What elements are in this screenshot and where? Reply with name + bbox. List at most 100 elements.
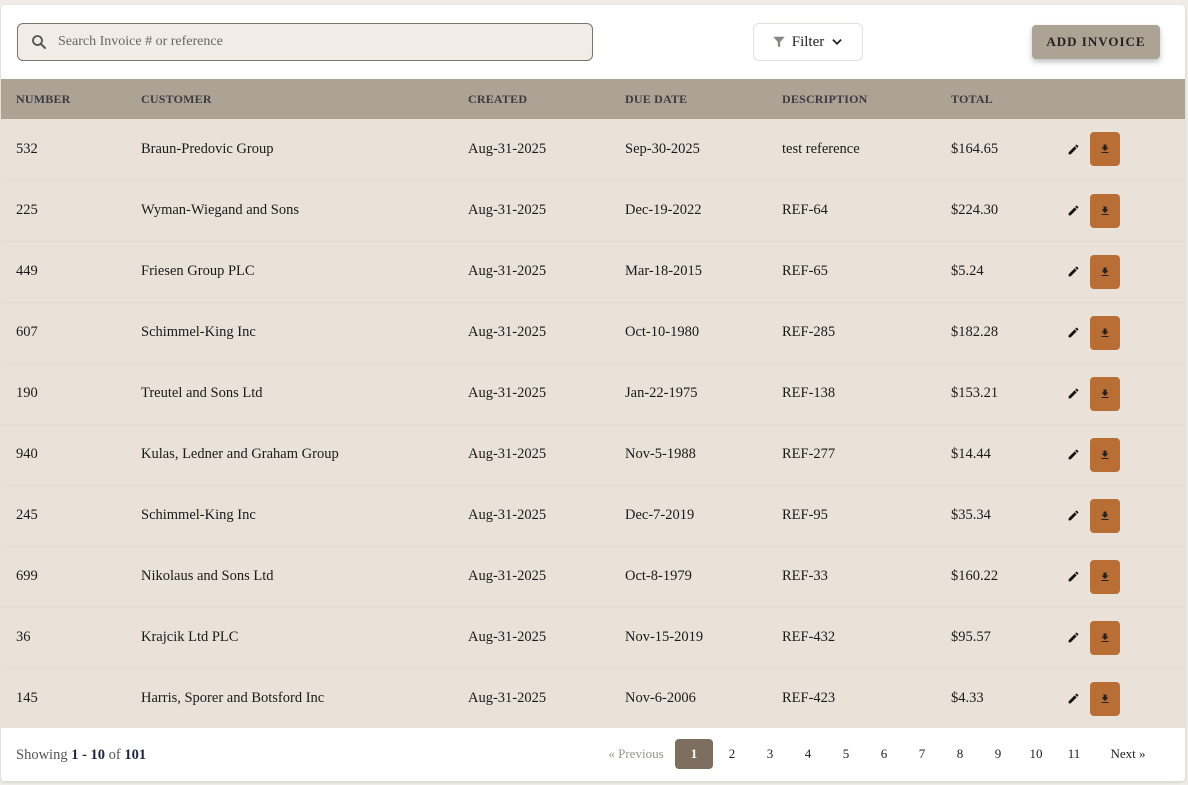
cell-description: REF-285 <box>782 324 836 340</box>
table-row[interactable]: 225 Wyman-Wiegand and Sons Aug-31-2025 Dec-… <box>1 180 1185 241</box>
table-row[interactable]: 145 Harris, Sporer and Botsford Inc Aug-31… <box>1 668 1185 729</box>
edit-button[interactable] <box>1064 202 1082 220</box>
invoice-table: NUMBER CUSTOMER CREATED DUE DATE DESCRIP… <box>1 79 1185 730</box>
showing-prefix: Showing <box>16 747 68 763</box>
search-box[interactable] <box>17 23 593 61</box>
page-link-8[interactable]: 8 <box>941 739 979 769</box>
cell-customer: Schimmel-King Inc <box>141 324 256 340</box>
range-separator: - <box>82 747 87 763</box>
page-link-1[interactable]: 1 <box>675 739 713 769</box>
download-button[interactable] <box>1090 681 1120 716</box>
search-input[interactable] <box>58 34 558 50</box>
edit-button[interactable] <box>1064 385 1082 403</box>
page-link-11[interactable]: 11 <box>1055 739 1093 769</box>
previous-page-link[interactable]: « Previous <box>597 746 675 762</box>
download-icon <box>1101 267 1109 276</box>
cell-created: Aug-31-2025 <box>468 140 547 157</box>
page-link-7[interactable]: 7 <box>903 739 941 769</box>
cell-due-date: Sep-30-2025 <box>625 140 700 157</box>
filter-button[interactable]: Filter <box>753 23 863 61</box>
page-link-2[interactable]: 2 <box>713 739 751 769</box>
table-row[interactable]: 245 Schimmel-King Inc Aug-31-2025 Dec-7-201… <box>1 485 1185 546</box>
cell-customer: Schimmel-King Inc <box>141 507 256 523</box>
of-label: of <box>108 747 121 763</box>
page-link-5[interactable]: 5 <box>827 739 865 769</box>
cell-number: 940 <box>16 446 38 462</box>
download-icon <box>1101 633 1109 642</box>
page-link-9[interactable]: 9 <box>979 739 1017 769</box>
download-button[interactable] <box>1090 132 1120 167</box>
page-link-4[interactable]: 4 <box>789 739 827 769</box>
cell-description: REF-423 <box>782 690 836 706</box>
download-button[interactable] <box>1090 193 1120 228</box>
row-actions <box>1061 376 1185 411</box>
table-row[interactable]: 36 Krajcik Ltd PLC Aug-31-2025 Nov-15-2019 R… <box>1 607 1185 668</box>
cell-customer: Friesen Group PLC <box>141 263 255 279</box>
edit-button[interactable] <box>1064 324 1082 342</box>
table-row[interactable]: 699 Nikolaus and Sons Ltd Aug-31-2025 Oct-8… <box>1 546 1185 607</box>
table-row[interactable]: 607 Schimmel-King Inc Aug-31-2025 Oct-10-19… <box>1 302 1185 363</box>
cell-total: $160.22 <box>951 568 999 584</box>
cell-number: 36 <box>16 629 31 645</box>
cell-total: $35.34 <box>951 507 991 523</box>
pencil-icon <box>1068 510 1078 521</box>
cell-actions <box>1061 546 1185 607</box>
cell-created: Aug-31-2025 <box>468 385 547 401</box>
column-header-total[interactable]: TOTAL <box>951 79 1061 119</box>
edit-button[interactable] <box>1064 568 1082 586</box>
filter-icon <box>772 36 785 48</box>
edit-button[interactable] <box>1064 507 1082 525</box>
cell-due-date: Nov-5-1988 <box>625 446 696 462</box>
cell-actions <box>1061 241 1185 302</box>
row-actions <box>1061 681 1185 716</box>
table-row[interactable]: 532 Braun-Predovic Group Aug-31-2025 Sep-30… <box>1 119 1185 180</box>
download-button[interactable] <box>1090 498 1120 533</box>
column-header-description[interactable]: DESCRIPTION <box>782 79 951 119</box>
column-header-due-date[interactable]: DUE DATE <box>625 79 782 119</box>
search-icon <box>32 35 46 49</box>
page-link-3[interactable]: 3 <box>751 739 789 769</box>
table-row[interactable]: 190 Treutel and Sons Ltd Aug-31-2025 Jan-22… <box>1 363 1185 424</box>
column-header-created[interactable]: CREATED <box>468 79 625 119</box>
cell-number: 699 <box>16 568 38 584</box>
cell-actions <box>1061 363 1185 424</box>
cell-number: 607 <box>16 324 38 340</box>
page-link-10[interactable]: 10 <box>1017 739 1055 769</box>
next-page-link[interactable]: Next » <box>1093 746 1163 762</box>
edit-button[interactable] <box>1064 629 1082 647</box>
page-link-6[interactable]: 6 <box>865 739 903 769</box>
cell-due-date: Nov-6-2006 <box>625 690 696 706</box>
download-button[interactable] <box>1090 559 1120 594</box>
cell-description: REF-138 <box>782 385 836 401</box>
cell-total: $164.65 <box>951 140 999 157</box>
download-icon <box>1101 206 1109 215</box>
cell-created: Aug-31-2025 <box>468 263 547 279</box>
edit-button[interactable] <box>1064 140 1082 158</box>
download-icon <box>1101 450 1109 459</box>
column-header-customer[interactable]: CUSTOMER <box>141 79 468 119</box>
download-button[interactable] <box>1090 254 1120 289</box>
row-actions <box>1061 437 1185 472</box>
edit-button[interactable] <box>1064 446 1082 464</box>
download-button[interactable] <box>1090 376 1120 411</box>
cell-number: 225 <box>16 202 38 218</box>
table-row[interactable]: 940 Kulas, Ledner and Graham Group Aug-31-… <box>1 424 1185 485</box>
column-header-number[interactable]: NUMBER <box>1 79 141 119</box>
download-icon <box>1101 694 1109 703</box>
cell-number: 145 <box>16 690 38 706</box>
cell-total: $153.21 <box>951 385 999 401</box>
download-button[interactable] <box>1090 620 1120 655</box>
download-button[interactable] <box>1090 315 1120 350</box>
cell-created: Aug-31-2025 <box>468 324 547 340</box>
cell-created: Aug-31-2025 <box>468 507 547 523</box>
invoice-panel: Filter ADD INVOICE NUMBER CUSTOMER CREAT… <box>1 5 1185 781</box>
add-invoice-button[interactable]: ADD INVOICE <box>1032 25 1160 59</box>
row-actions <box>1061 132 1185 167</box>
edit-button[interactable] <box>1064 263 1082 281</box>
table-row[interactable]: 449 Friesen Group PLC Aug-31-2025 Mar-18-20… <box>1 241 1185 302</box>
edit-button[interactable] <box>1064 690 1082 708</box>
range-end: 10 <box>90 747 106 763</box>
download-button[interactable] <box>1090 437 1120 472</box>
cell-total: $182.28 <box>951 324 999 340</box>
pencil-icon <box>1068 449 1078 460</box>
